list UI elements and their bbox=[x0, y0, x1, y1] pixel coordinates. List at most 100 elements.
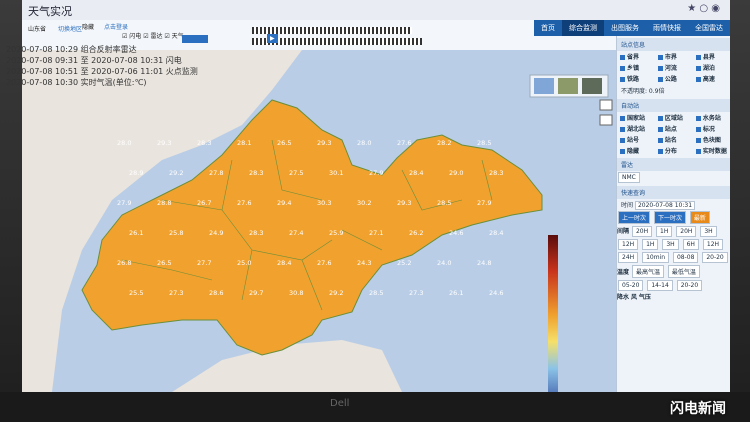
temperature-value: 27.9 bbox=[369, 169, 383, 177]
temp-label: 温度 bbox=[617, 269, 630, 276]
interval-opt-5[interactable]: 1H bbox=[642, 239, 659, 250]
temperature-value: 26.5 bbox=[277, 139, 291, 147]
opt-railway[interactable]: 铁路 bbox=[617, 73, 653, 84]
interval-opt-0[interactable]: 20H bbox=[631, 226, 653, 237]
temperature-value: 28.4 bbox=[277, 259, 291, 267]
temperature-value: 27.7 bbox=[197, 259, 211, 267]
radar-play-button[interactable]: ▶ bbox=[267, 34, 278, 43]
window-icons[interactable]: ★ ○ ◉ bbox=[687, 3, 720, 14]
time-input[interactable]: 2020-07-08 10:31 bbox=[634, 201, 696, 210]
temperature-value: 28.3 bbox=[249, 229, 263, 237]
temperature-value: 28.0 bbox=[117, 139, 131, 147]
temperature-value: 28.0 bbox=[357, 139, 371, 147]
opacity-label: 不透明度: 0.9倍 bbox=[621, 88, 665, 95]
interval-opt-1[interactable]: 1H bbox=[656, 226, 673, 237]
temperature-value: 28.5 bbox=[477, 139, 491, 147]
prev-time-button[interactable]: 上一时次 bbox=[618, 211, 651, 224]
temp-opt-1[interactable]: 最低气温 bbox=[667, 265, 700, 278]
rain-label: 降水 bbox=[617, 294, 630, 301]
layer-checkboxes[interactable]: ☑ 闪电 ☑ 雷达 ☑ 天气 bbox=[122, 31, 184, 40]
opt-national-station[interactable]: 国家站 bbox=[617, 112, 653, 123]
opt-province[interactable]: 省界 bbox=[617, 51, 653, 62]
temperature-value: 26.8 bbox=[117, 259, 131, 267]
interval-opt-4[interactable]: 12H bbox=[618, 239, 639, 250]
temperature-value: 24.9 bbox=[209, 229, 223, 237]
opt-site[interactable]: 站点 bbox=[655, 123, 691, 134]
opt-realtime[interactable]: 实时数据 bbox=[693, 145, 729, 156]
opt-hubei-station[interactable]: 湖北站 bbox=[617, 123, 653, 134]
nav-radar[interactable]: 全国雷达 bbox=[688, 20, 730, 36]
temperature-value: 28.4 bbox=[489, 229, 503, 237]
temp-opt-3[interactable]: 14-14 bbox=[647, 280, 673, 291]
temperature-value: 27.1 bbox=[369, 229, 383, 237]
next-time-button[interactable]: 下一时次 bbox=[653, 211, 686, 224]
interval-opt-8[interactable]: 12H bbox=[702, 239, 724, 250]
nav-monitor[interactable]: 综合监测 bbox=[562, 20, 604, 36]
temperature-value: 28.1 bbox=[237, 139, 251, 147]
temp-opt-4[interactable]: 20-20 bbox=[676, 280, 703, 291]
temperature-value: 27.8 bbox=[209, 169, 223, 177]
opt-river[interactable]: 河流 bbox=[655, 62, 691, 73]
temperature-value: 30.3 bbox=[317, 199, 331, 207]
nav-home[interactable]: 首页 bbox=[534, 20, 562, 36]
temperature-value: 24.0 bbox=[437, 259, 451, 267]
interval-opt-7[interactable]: 6H bbox=[682, 239, 699, 250]
login-link[interactable]: 点击登录 bbox=[104, 22, 128, 31]
opt-county[interactable]: 县界 bbox=[693, 51, 729, 62]
temperature-value: 30.8 bbox=[289, 289, 303, 297]
opt-highway[interactable]: 高速 bbox=[693, 73, 729, 84]
temperature-value: 26.7 bbox=[197, 199, 211, 207]
opt-distribution[interactable]: 分布 bbox=[655, 145, 691, 156]
switch-area-link[interactable]: 切换地区 bbox=[58, 24, 82, 33]
temperature-value: 25.0 bbox=[237, 259, 251, 267]
temperature-value: 28.5 bbox=[369, 289, 383, 297]
basemap-thumb-1 bbox=[534, 78, 554, 94]
nav-output[interactable]: 出图服务 bbox=[604, 20, 646, 36]
main-nav: 首页 综合监测 出图服务 雨情快报 全国雷达 bbox=[534, 20, 730, 36]
right-panel: 站点信息 省界 市界 县界 乡镇 河流 湖泊 铁路 公路 高速 不透明度: 0.… bbox=[616, 36, 730, 392]
play-controls[interactable] bbox=[182, 35, 208, 43]
opt-road[interactable]: 公路 bbox=[655, 73, 691, 84]
temperature-value: 26.1 bbox=[129, 229, 143, 237]
temp-opt-0[interactable]: 最高气温 bbox=[631, 265, 664, 278]
opt-town[interactable]: 乡镇 bbox=[617, 62, 653, 73]
top-bar: 天气实况 ★ ○ ◉ bbox=[22, 0, 730, 22]
opt-station-id[interactable]: 站号 bbox=[617, 134, 653, 145]
time-label: 时间 bbox=[621, 202, 634, 209]
opt-standard[interactable]: 标况 bbox=[693, 123, 729, 134]
radar-title: 雷达 bbox=[617, 158, 730, 171]
map-svg[interactable]: 28.0 29.3 28.3 28.1 26.5 29.3 28.0 27.6 28.2 28.5… bbox=[22, 50, 617, 392]
nmc-button[interactable]: NMC bbox=[618, 172, 640, 183]
temperature-value: 29.3 bbox=[397, 199, 411, 207]
temperature-value: 29.7 bbox=[249, 289, 263, 297]
speaker-icon bbox=[599, 114, 613, 126]
opt-city[interactable]: 市界 bbox=[655, 51, 691, 62]
map-view[interactable]: 28.0 29.3 28.3 28.1 26.5 29.3 28.0 27.6 28.2 28.5… bbox=[22, 50, 617, 392]
interval-opt-6[interactable]: 3H bbox=[662, 239, 679, 250]
latest-button[interactable]: 最新 bbox=[689, 211, 710, 224]
opt-regional-station[interactable]: 区域站 bbox=[655, 112, 691, 123]
opt-hide[interactable]: 隐藏 bbox=[617, 145, 653, 156]
interval-opt-12[interactable]: 20-20 bbox=[702, 252, 728, 263]
monitor-stand bbox=[0, 392, 750, 422]
basemap-thumb-3 bbox=[582, 78, 602, 94]
temperature-value: 28.5 bbox=[437, 199, 451, 207]
interval-opt-11[interactable]: 08-08 bbox=[672, 252, 699, 263]
temperature-value: 27.9 bbox=[117, 199, 131, 207]
interval-opt-10[interactable]: 10min bbox=[642, 252, 670, 263]
temp-opt-2[interactable]: 05-20 bbox=[618, 280, 644, 291]
temperature-value: 29.2 bbox=[169, 169, 183, 177]
time-slider-1[interactable] bbox=[252, 27, 412, 34]
nav-rain[interactable]: 雨情快报 bbox=[646, 20, 688, 36]
interval-opt-9[interactable]: 24H bbox=[618, 252, 639, 263]
opt-water-station[interactable]: 水务站 bbox=[693, 112, 729, 123]
temperature-value: 29.3 bbox=[157, 139, 171, 147]
opt-lake[interactable]: 湖泊 bbox=[693, 62, 729, 73]
location-label: 山东省 bbox=[28, 26, 47, 33]
quick-query-title: 快速查询 bbox=[617, 186, 730, 199]
opt-color-map[interactable]: 色块图 bbox=[693, 134, 729, 145]
app-title: 天气实况 bbox=[28, 5, 72, 18]
opt-station-name[interactable]: 站名 bbox=[655, 134, 691, 145]
interval-opt-3[interactable]: 3H bbox=[700, 226, 717, 237]
interval-opt-2[interactable]: 20H bbox=[676, 226, 697, 237]
